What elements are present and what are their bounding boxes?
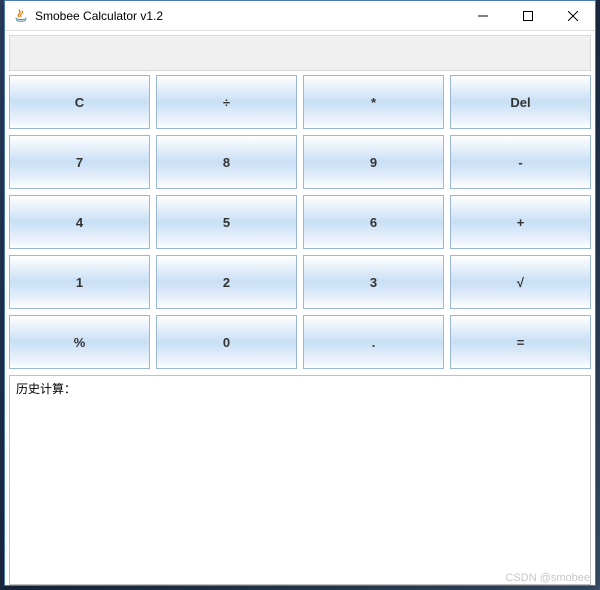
digit-8-button[interactable]: 8 bbox=[156, 135, 297, 189]
history-label: 历史计算： bbox=[16, 382, 76, 396]
content-area: C ÷ * Del 7 8 9 - 4 5 6 + 1 2 3 √ % 0 . … bbox=[5, 31, 595, 585]
digit-1-button[interactable]: 1 bbox=[9, 255, 150, 309]
titlebar: Smobee Calculator v1.2 bbox=[5, 1, 595, 31]
window-title: Smobee Calculator v1.2 bbox=[35, 9, 460, 23]
digit-3-button[interactable]: 3 bbox=[303, 255, 444, 309]
decimal-button[interactable]: . bbox=[303, 315, 444, 369]
window-controls bbox=[460, 1, 595, 30]
percent-button[interactable]: % bbox=[9, 315, 150, 369]
button-grid: C ÷ * Del 7 8 9 - 4 5 6 + 1 2 3 √ % 0 . … bbox=[9, 75, 591, 369]
subtract-button[interactable]: - bbox=[450, 135, 591, 189]
divide-button[interactable]: ÷ bbox=[156, 75, 297, 129]
digit-9-button[interactable]: 9 bbox=[303, 135, 444, 189]
equals-button[interactable]: = bbox=[450, 315, 591, 369]
digit-2-button[interactable]: 2 bbox=[156, 255, 297, 309]
sqrt-button[interactable]: √ bbox=[450, 255, 591, 309]
close-icon bbox=[568, 11, 578, 21]
maximize-button[interactable] bbox=[505, 1, 550, 30]
digit-5-button[interactable]: 5 bbox=[156, 195, 297, 249]
app-window: Smobee Calculator v1.2 C ÷ * Del 7 8 9 -… bbox=[4, 0, 596, 586]
digit-6-button[interactable]: 6 bbox=[303, 195, 444, 249]
history-panel: 历史计算： bbox=[9, 375, 591, 585]
digit-0-button[interactable]: 0 bbox=[156, 315, 297, 369]
digit-4-button[interactable]: 4 bbox=[9, 195, 150, 249]
minimize-icon bbox=[478, 11, 488, 21]
clear-button[interactable]: C bbox=[9, 75, 150, 129]
watermark: CSDN @smobee bbox=[505, 572, 590, 584]
maximize-icon bbox=[523, 11, 533, 21]
digit-7-button[interactable]: 7 bbox=[9, 135, 150, 189]
java-icon bbox=[13, 8, 29, 24]
add-button[interactable]: + bbox=[450, 195, 591, 249]
calculator-display bbox=[9, 35, 591, 71]
delete-button[interactable]: Del bbox=[450, 75, 591, 129]
close-button[interactable] bbox=[550, 1, 595, 30]
minimize-button[interactable] bbox=[460, 1, 505, 30]
multiply-button[interactable]: * bbox=[303, 75, 444, 129]
